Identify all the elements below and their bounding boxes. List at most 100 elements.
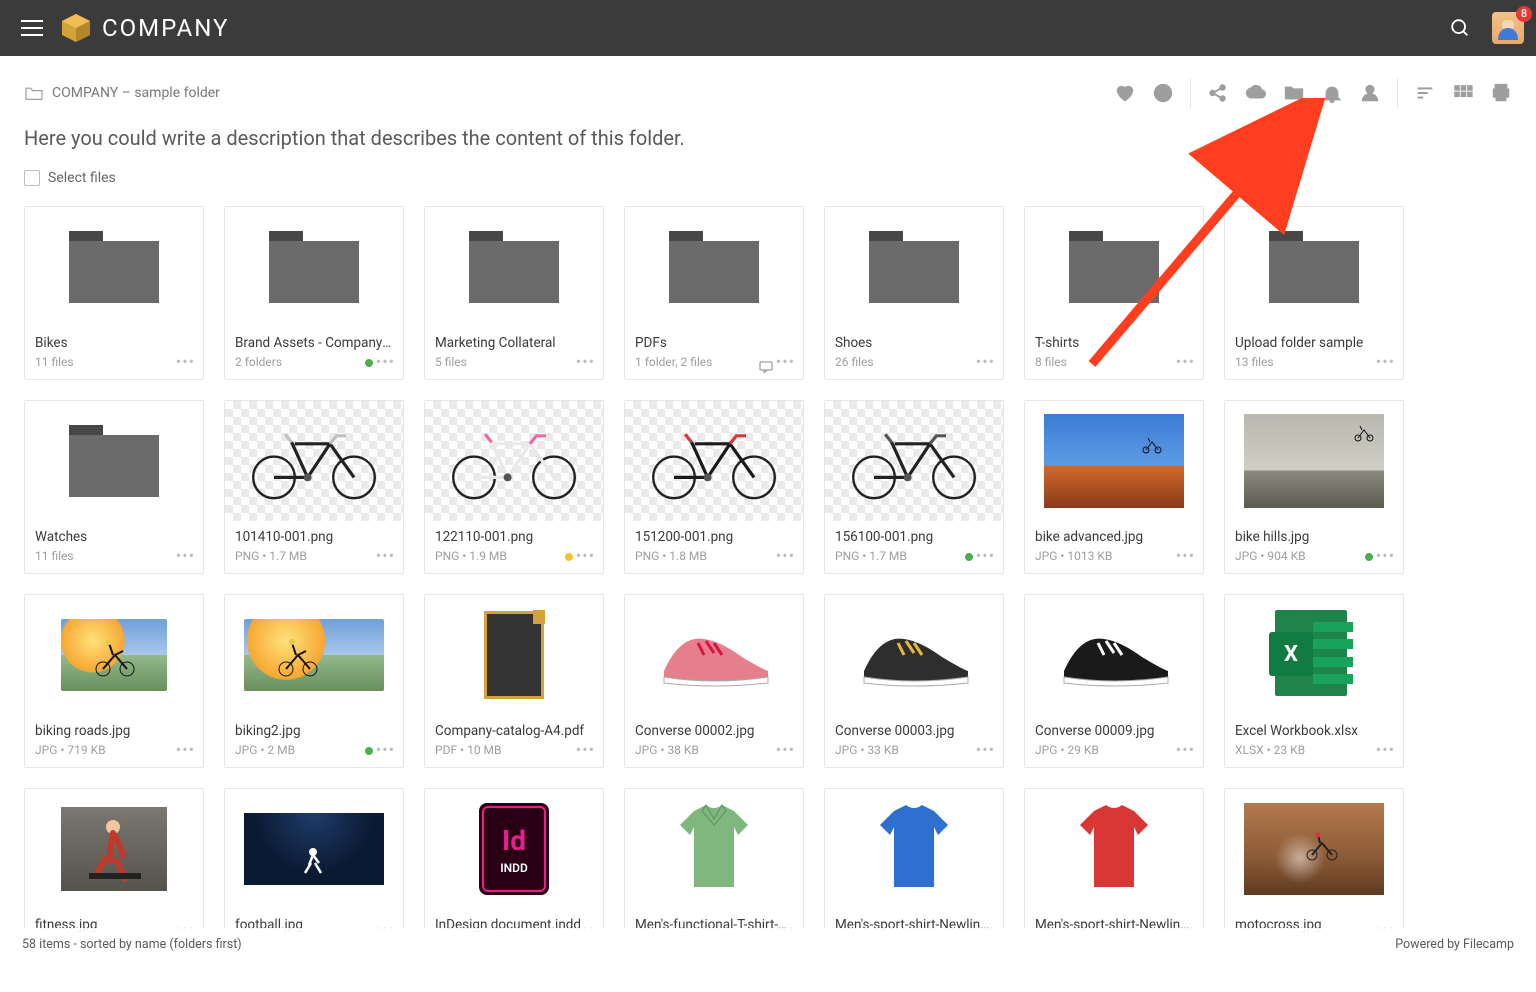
item-more-button[interactable]: ••• <box>976 352 995 371</box>
item-meta: 122110-001.pngPNG • 1.9 MB••• <box>425 521 603 573</box>
item-more-button[interactable]: ••• <box>376 546 395 565</box>
grid-item[interactable]: bike advanced.jpgJPG • 1013 KB••• <box>1024 400 1204 574</box>
item-more-button[interactable]: ••• <box>1376 546 1395 565</box>
sort-button[interactable] <box>1414 82 1436 104</box>
grid-item[interactable]: Company-catalog-A4.pdf PDF • 10 MB••• <box>424 594 604 768</box>
photo-thumbnail <box>61 807 167 891</box>
item-more-button[interactable]: ••• <box>576 546 595 565</box>
info-icon <box>1152 82 1174 104</box>
grid-item[interactable]: Shoes26 files••• <box>824 206 1004 380</box>
grid-item[interactable]: Converse 00009.jpg JPG • 29 KB••• <box>1024 594 1204 768</box>
item-more-button[interactable]: ••• <box>976 740 995 759</box>
photo-thumbnail <box>61 619 167 691</box>
bike-thumbnail <box>234 414 394 508</box>
grid-item[interactable]: IdINDDInDesign document.indd••• <box>424 788 604 948</box>
item-more-button[interactable]: ••• <box>576 740 595 759</box>
new-folder-button[interactable] <box>1283 82 1305 104</box>
item-subtitle: JPG • 29 KB <box>1035 743 1193 757</box>
item-title: Marketing Collateral <box>435 335 593 351</box>
item-more-button[interactable]: ••• <box>176 740 195 759</box>
item-subtitle: 13 files <box>1235 355 1393 369</box>
item-thumbnail <box>225 595 403 715</box>
grid-item[interactable]: biking roads.jpgJPG • 719 KB••• <box>24 594 204 768</box>
grid-item[interactable]: Upload folder sample13 files••• <box>1224 206 1404 380</box>
grid-item[interactable]: 151200-001.pngPNG • 1.8 MB••• <box>624 400 804 574</box>
print-button[interactable] <box>1490 82 1512 104</box>
item-meta: Converse 00009.jpg JPG • 29 KB••• <box>1025 715 1203 767</box>
user-button[interactable] <box>1359 82 1381 104</box>
grid-item[interactable]: motocross.jpg••• <box>1224 788 1404 948</box>
grid-item[interactable]: Men's-functional-T-shirt-Brule••• <box>624 788 804 948</box>
item-thumbnail <box>1025 401 1203 521</box>
grid-item[interactable]: Men's-sport-shirt-Newline-blue••• <box>824 788 1004 948</box>
item-meta: biking2.jpgJPG • 2 MB••• <box>225 715 403 767</box>
favorite-button[interactable] <box>1114 82 1136 104</box>
item-more-button[interactable]: ••• <box>776 740 795 759</box>
grid-item[interactable]: Watches11 files••• <box>24 400 204 574</box>
grid-item[interactable]: XExcel Workbook.xlsxXLSX • 23 KB••• <box>1224 594 1404 768</box>
item-thumbnail: X <box>1225 595 1403 715</box>
item-thumbnail <box>625 595 803 715</box>
item-meta: 101410-001.pngPNG • 1.7 MB••• <box>225 521 403 573</box>
notifications-button[interactable] <box>1321 82 1343 104</box>
item-subtitle: PDF • 10 MB <box>435 743 593 757</box>
item-meta: Brand Assets - Company Inc2 folders••• <box>225 327 403 379</box>
item-meta: Marketing Collateral5 files••• <box>425 327 603 379</box>
logo[interactable]: COMPANY <box>60 12 229 44</box>
search-button[interactable] <box>1442 10 1478 46</box>
item-more-button[interactable]: ••• <box>1376 352 1395 371</box>
item-more-button[interactable]: ••• <box>1176 352 1195 371</box>
item-more-button[interactable]: ••• <box>1176 740 1195 759</box>
grid-item[interactable]: football.jpg••• <box>224 788 404 948</box>
breadcrumb[interactable]: COMPANY – sample folder <box>24 85 220 101</box>
breadcrumb-label: COMPANY – sample folder <box>52 85 220 101</box>
toolbar: COMPANY – sample folder <box>0 56 1536 108</box>
item-more-button[interactable]: ••• <box>376 740 395 759</box>
grid-item[interactable]: Bikes11 files••• <box>24 206 204 380</box>
grid-item[interactable]: 122110-001.pngPNG • 1.9 MB••• <box>424 400 604 574</box>
item-meta: Converse 00002.jpgJPG • 38 KB••• <box>625 715 803 767</box>
grid-item[interactable]: fitness.jpg••• <box>24 788 204 948</box>
item-thumbnail <box>25 207 203 327</box>
grid-item[interactable]: Converse 00002.jpgJPG • 38 KB••• <box>624 594 804 768</box>
info-button[interactable] <box>1152 82 1174 104</box>
item-more-button[interactable]: ••• <box>776 546 795 565</box>
shoe-thumbnail <box>644 613 784 697</box>
item-meta: 156100-001.pngPNG • 1.7 MB••• <box>825 521 1003 573</box>
grid-item[interactable]: 101410-001.pngPNG • 1.7 MB••• <box>224 400 404 574</box>
grid-item[interactable]: Men's-sport-shirt-Newline-red••• <box>1024 788 1204 948</box>
item-more-button[interactable]: ••• <box>776 352 795 371</box>
item-more-button[interactable]: ••• <box>1176 546 1195 565</box>
grid-item[interactable]: biking2.jpgJPG • 2 MB••• <box>224 594 404 768</box>
item-more-button[interactable]: ••• <box>176 546 195 565</box>
grid-item[interactable]: 156100-001.pngPNG • 1.7 MB••• <box>824 400 1004 574</box>
item-more-button[interactable]: ••• <box>576 352 595 371</box>
grid-item[interactable]: Marketing Collateral5 files••• <box>424 206 604 380</box>
item-more-button[interactable]: ••• <box>176 352 195 371</box>
menu-button[interactable] <box>12 8 52 48</box>
item-more-button[interactable]: ••• <box>976 546 995 565</box>
grid-item[interactable]: Converse 00003.jpgJPG • 33 KB••• <box>824 594 1004 768</box>
item-title: Company-catalog-A4.pdf <box>435 723 593 739</box>
item-title: biking2.jpg <box>235 723 393 739</box>
item-meta: Watches11 files••• <box>25 521 203 573</box>
grid-item[interactable]: PDFs1 folder, 2 files••• <box>624 206 804 380</box>
grid-item[interactable]: T-shirts8 files••• <box>1024 206 1204 380</box>
search-icon <box>1449 17 1471 39</box>
grid-view-button[interactable] <box>1452 82 1474 104</box>
share-icon <box>1207 82 1229 104</box>
share-button[interactable] <box>1207 82 1229 104</box>
select-files-checkbox[interactable] <box>24 170 40 186</box>
action-bar <box>1114 78 1512 108</box>
item-more-button[interactable]: ••• <box>1376 740 1395 759</box>
new-folder-icon <box>1283 82 1305 104</box>
item-more-button[interactable]: ••• <box>376 352 395 371</box>
upload-button[interactable] <box>1245 82 1267 104</box>
status-dot <box>565 553 573 561</box>
item-subtitle: JPG • 38 KB <box>635 743 793 757</box>
user-avatar[interactable]: 8 <box>1492 12 1524 44</box>
grid-item[interactable]: bike hills.jpgJPG • 904 KB••• <box>1224 400 1404 574</box>
item-title: Converse 00009.jpg <box>1035 723 1193 739</box>
grid-item[interactable]: Brand Assets - Company Inc2 folders••• <box>224 206 404 380</box>
shirt-thumbnail <box>664 797 764 901</box>
